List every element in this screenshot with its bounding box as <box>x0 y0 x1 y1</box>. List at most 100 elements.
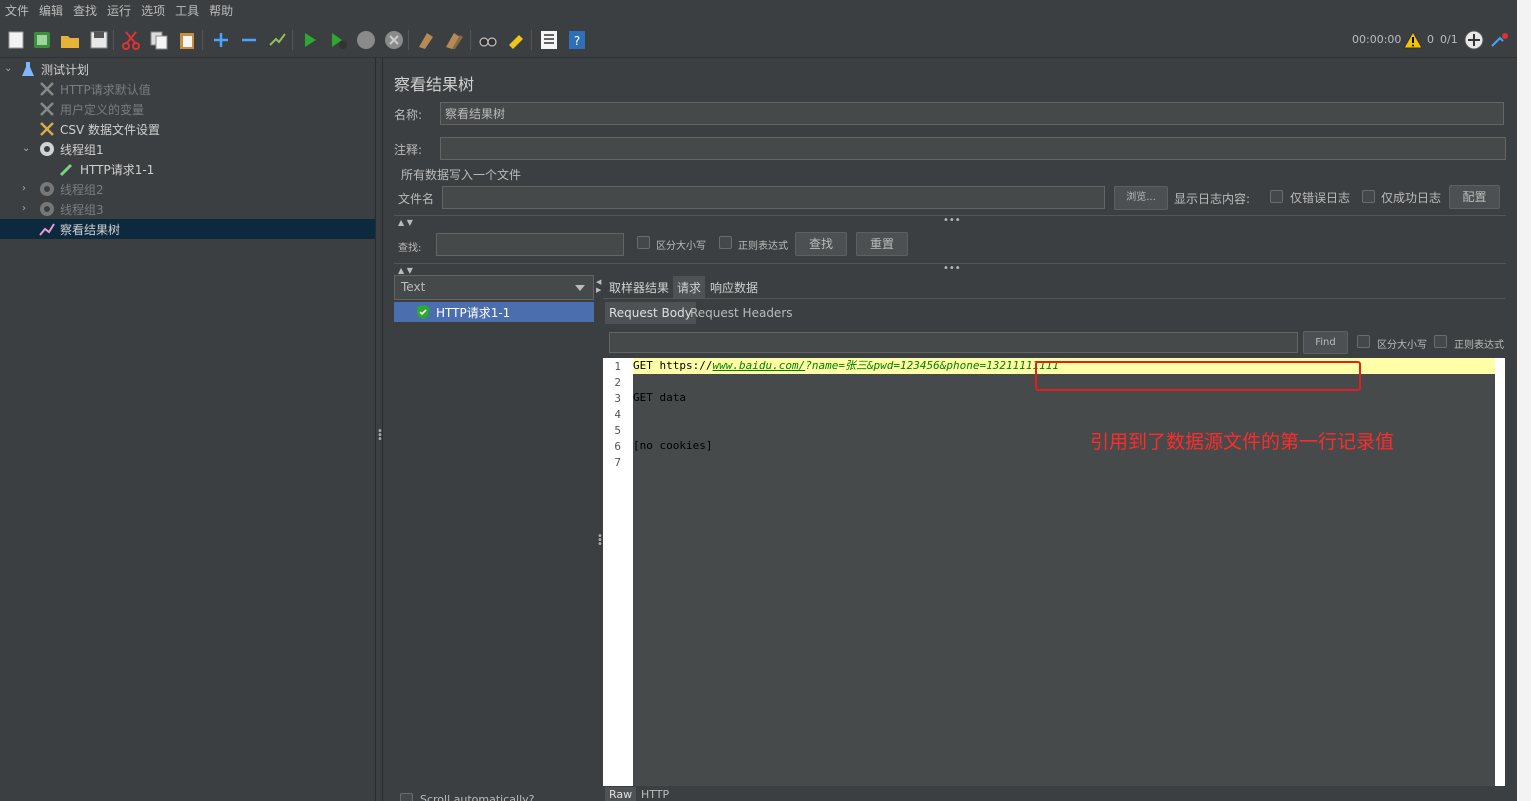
subtab-request-body[interactable]: Request Body <box>605 302 696 324</box>
remote-icon[interactable] <box>1489 29 1511 51</box>
warning-icon[interactable] <box>1403 30 1423 50</box>
tree-item-thread-group-1[interactable]: ⌄ 线程组1 <box>0 139 375 159</box>
clear-all-icon[interactable] <box>443 29 465 51</box>
tree-item-view-results-tree[interactable]: 察看结果树 <box>0 219 375 239</box>
comment-input[interactable] <box>440 137 1506 160</box>
test-plan-tree: ⌄ 测试计划 HTTP请求默认值 用户定义的变量 CSV 数据文件设置 ⌄ 线程… <box>0 58 375 801</box>
tab-sampler-result[interactable]: 取样器结果 <box>605 276 673 299</box>
menu-edit[interactable]: 编辑 <box>34 0 68 22</box>
svg-text:?: ? <box>574 34 580 48</box>
scroll-auto-checkbox[interactable] <box>400 793 413 801</box>
tab-request[interactable]: 请求 <box>673 276 706 299</box>
menu-search[interactable]: 查找 <box>68 0 102 22</box>
success-only-label: 仅成功日志 <box>1381 191 1442 205</box>
tree-item-http-defaults[interactable]: HTTP请求默认值 <box>0 79 375 99</box>
collapse-icon[interactable] <box>238 29 260 51</box>
body-case-sensitive-label: 区分大小写 <box>1377 340 1427 351</box>
menu-help[interactable]: 帮助 <box>204 0 238 22</box>
menu-tools[interactable]: 工具 <box>170 0 204 22</box>
collapse-arrows-icon[interactable]: ◀ ▶ <box>596 278 601 294</box>
reset-button[interactable]: 重置 <box>856 232 908 256</box>
body-find-input[interactable] <box>609 332 1298 353</box>
clear-icon[interactable] <box>415 29 437 51</box>
splitter-grip-icon[interactable]: • • • <box>377 427 383 445</box>
tree-item-thread-group-3[interactable]: › 线程组3 <box>0 199 375 219</box>
stop-icon[interactable] <box>355 29 377 51</box>
tree-item-user-variables[interactable]: 用户定义的变量 <box>0 99 375 119</box>
tree-item-test-plan[interactable]: ⌄ 测试计划 <box>0 59 375 79</box>
line-number: 6 <box>614 440 621 453</box>
wrench-icon <box>40 82 54 96</box>
find-button[interactable]: 查找 <box>795 232 847 256</box>
start-no-pause-icon[interactable] <box>327 29 349 51</box>
name-input[interactable] <box>440 102 1504 125</box>
collapse-arrows-icon[interactable]: ▲ ▼ <box>398 218 413 227</box>
body-find-button[interactable]: Find <box>1303 331 1348 354</box>
search-icon[interactable] <box>477 29 499 51</box>
paste-icon[interactable] <box>176 29 198 51</box>
filename-input[interactable] <box>442 186 1105 209</box>
help-icon[interactable]: ? <box>566 29 588 51</box>
reset-search-icon[interactable] <box>505 29 527 51</box>
errors-only-checkbox[interactable] <box>1270 190 1283 203</box>
chevron-down-icon <box>575 285 585 291</box>
start-icon[interactable] <box>299 29 321 51</box>
tab-raw[interactable]: Raw <box>605 787 637 801</box>
copy-icon[interactable] <box>148 29 170 51</box>
toolbar-separator <box>408 30 409 50</box>
editor-scrollbar[interactable] <box>1495 358 1505 786</box>
body-regex-label: 正则表达式 <box>1454 340 1504 351</box>
chevron-right-icon[interactable]: › <box>22 204 32 214</box>
toggle-icon[interactable] <box>266 29 288 51</box>
gear-icon <box>40 182 54 196</box>
shutdown-icon[interactable] <box>383 29 405 51</box>
result-item[interactable]: HTTP请求1-1 <box>394 302 594 322</box>
search-label: 查找: <box>398 243 422 254</box>
regex-checkbox[interactable] <box>719 236 732 249</box>
expand-icon[interactable] <box>210 29 232 51</box>
tree-item-http-request[interactable]: HTTP请求1-1 <box>0 159 375 179</box>
file-section-title: 所有数据写入一个文件 <box>401 168 522 182</box>
chevron-right-icon[interactable]: › <box>22 184 32 194</box>
save-icon[interactable] <box>88 29 110 51</box>
drag-handle-icon[interactable]: ••• <box>943 215 961 226</box>
request-body-editor[interactable]: 1 2 3 4 5 6 7 GET https://www.baidu.com/… <box>603 358 1505 786</box>
line-number: 5 <box>614 424 621 437</box>
tree-item-thread-group-2[interactable]: › 线程组2 <box>0 179 375 199</box>
new-icon[interactable] <box>5 29 27 51</box>
function-helper-icon[interactable] <box>538 29 560 51</box>
tab-response-data[interactable]: 响应数据 <box>706 276 762 299</box>
toolbar-separator <box>292 30 293 50</box>
tree-splitter[interactable]: • • • <box>375 58 383 801</box>
browse-button[interactable]: 浏览... <box>1114 186 1168 210</box>
menu-file[interactable]: 文件 <box>0 0 34 22</box>
chevron-down-icon[interactable]: ⌄ <box>4 64 14 74</box>
comment-label: 注释: <box>394 143 423 157</box>
body-case-sensitive-checkbox[interactable] <box>1357 335 1370 348</box>
menu-run[interactable]: 运行 <box>102 0 136 22</box>
templates-icon[interactable] <box>31 29 53 51</box>
chart-icon <box>39 223 55 236</box>
panel-title: 察看结果树 <box>394 75 475 94</box>
request-url[interactable]: www.baidu.com/ <box>712 359 805 372</box>
menu-options[interactable]: 选项 <box>136 0 170 22</box>
tree-item-csv-config[interactable]: CSV 数据文件设置 <box>0 119 375 139</box>
tab-http[interactable]: HTTP <box>637 787 673 801</box>
collapse-arrows-icon[interactable]: ▲ ▼ <box>398 266 413 275</box>
filename-label: 文件名 <box>398 192 435 206</box>
open-icon[interactable] <box>59 29 81 51</box>
window-edge <box>1517 0 1531 801</box>
elapsed-time: 00:00:00 <box>1352 33 1402 46</box>
configure-button[interactable]: 配置 <box>1449 185 1500 209</box>
success-only-checkbox[interactable] <box>1362 190 1375 203</box>
log-viewer-icon[interactable] <box>1463 29 1485 51</box>
renderer-select[interactable]: Text <box>394 275 594 300</box>
chevron-down-icon[interactable]: ⌄ <box>22 144 32 154</box>
case-sensitive-checkbox[interactable] <box>637 236 650 249</box>
gear-icon <box>40 202 54 216</box>
code-area[interactable]: GET https://www.baidu.com/?name=张三&pwd=1… <box>633 358 1495 786</box>
cut-icon[interactable] <box>120 29 142 51</box>
body-regex-checkbox[interactable] <box>1434 335 1447 348</box>
search-input[interactable] <box>436 233 624 256</box>
subtab-request-headers[interactable]: Request Headers <box>686 302 797 324</box>
